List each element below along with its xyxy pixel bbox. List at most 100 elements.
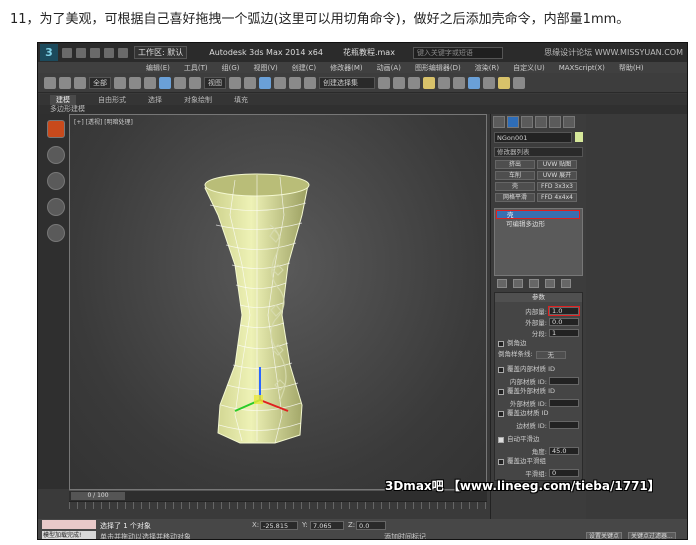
box-icon[interactable] bbox=[47, 120, 65, 138]
extrude-button[interactable]: 挤出 bbox=[495, 160, 535, 169]
create-tab-icon[interactable] bbox=[493, 116, 505, 128]
maxscript-listener-bottom[interactable]: 模型加载完成! bbox=[42, 531, 96, 539]
select-link-icon[interactable] bbox=[44, 76, 56, 89]
menu-group[interactable]: 组(G) bbox=[222, 63, 240, 73]
select-by-name-icon[interactable] bbox=[129, 76, 141, 89]
angle-spinner[interactable]: 45.0 bbox=[549, 446, 579, 455]
uvw-map-button[interactable]: UVW 贴图 bbox=[537, 160, 577, 169]
lathe-button[interactable]: 车削 bbox=[495, 171, 535, 180]
make-unique-icon[interactable] bbox=[529, 279, 539, 288]
menu-modifiers[interactable]: 修改器(M) bbox=[330, 63, 363, 73]
align-icon[interactable] bbox=[393, 76, 405, 89]
undo-icon[interactable] bbox=[104, 47, 114, 58]
search-input[interactable]: 键入关键字或短语 bbox=[412, 46, 503, 59]
pin-stack-icon[interactable] bbox=[497, 279, 507, 288]
menu-rendering[interactable]: 渲染(R) bbox=[475, 63, 499, 73]
menu-create[interactable]: 创建(C) bbox=[292, 63, 316, 73]
render-frame-icon[interactable] bbox=[498, 76, 510, 89]
bind-space-warp-icon[interactable] bbox=[74, 76, 86, 89]
track-bar[interactable] bbox=[69, 501, 487, 509]
motion-tab-icon[interactable] bbox=[535, 116, 547, 128]
curve-editor-icon[interactable] bbox=[438, 76, 450, 89]
pivot-center-icon[interactable] bbox=[229, 76, 241, 89]
menu-edit[interactable]: 编辑(E) bbox=[146, 63, 170, 73]
inner-amount-spinner[interactable]: 1.0 bbox=[548, 305, 580, 316]
mirror-icon[interactable] bbox=[378, 76, 390, 89]
remove-modifier-icon[interactable] bbox=[545, 279, 555, 288]
y-coordinate-field[interactable]: 7.065 bbox=[310, 521, 344, 530]
ffd-3x3x3-button[interactable]: FFD 3x3x3 bbox=[537, 182, 577, 191]
tab-modeling[interactable]: 建模 bbox=[50, 94, 76, 105]
select-rotate-icon[interactable] bbox=[174, 76, 186, 89]
cloud-icon[interactable] bbox=[47, 172, 65, 190]
uvw-unwrap-button[interactable]: UVW 展开 bbox=[537, 171, 577, 180]
modify-tab-icon[interactable] bbox=[507, 116, 519, 128]
maxscript-listener-top[interactable] bbox=[42, 520, 96, 529]
vase-model[interactable] bbox=[70, 115, 488, 491]
bevel-spline-button[interactable]: 无 bbox=[535, 350, 566, 359]
rectangular-selection-icon[interactable] bbox=[144, 76, 156, 89]
unlink-icon[interactable] bbox=[59, 76, 71, 89]
render-production-icon[interactable] bbox=[513, 76, 525, 89]
manipulate-icon[interactable] bbox=[244, 76, 256, 89]
override-smooth-checkbox[interactable] bbox=[498, 458, 504, 465]
render-setup-icon[interactable] bbox=[483, 76, 495, 89]
menu-animation[interactable]: 动画(A) bbox=[377, 63, 401, 73]
named-selection-set[interactable]: 创建选择集 bbox=[319, 76, 375, 89]
object-name-field[interactable]: NGon001 bbox=[494, 132, 572, 143]
schematic-view-icon[interactable] bbox=[453, 76, 465, 89]
show-end-result-icon[interactable] bbox=[513, 279, 523, 288]
menu-tools[interactable]: 工具(T) bbox=[184, 63, 208, 73]
override-inner-mat-checkbox[interactable] bbox=[498, 366, 504, 373]
smooth-group-spinner[interactable]: 0 bbox=[549, 468, 579, 477]
spinner-snap-icon[interactable] bbox=[304, 76, 316, 89]
graphite-toggle-icon[interactable] bbox=[423, 76, 435, 89]
rollout-header[interactable]: 参数 bbox=[495, 293, 582, 302]
configure-sets-icon[interactable] bbox=[561, 279, 571, 288]
set-key-button[interactable]: 设置关键点 bbox=[586, 532, 623, 539]
perspective-viewport[interactable]: [+] [透视] [明暗处理] bbox=[69, 114, 487, 490]
gear-icon[interactable] bbox=[47, 224, 65, 242]
add-time-tag[interactable]: 添加时间标记 bbox=[384, 532, 426, 539]
angle-snap-icon[interactable] bbox=[274, 76, 286, 89]
tab-populate[interactable]: 填充 bbox=[234, 95, 248, 105]
select-object-icon[interactable] bbox=[114, 76, 126, 89]
outer-amount-spinner[interactable]: 0.0 bbox=[549, 317, 579, 326]
tab-freeform[interactable]: 自由形式 bbox=[98, 95, 126, 105]
utilities-tab-icon[interactable] bbox=[563, 116, 575, 128]
z-coordinate-field[interactable]: 0.0 bbox=[356, 521, 386, 530]
select-scale-icon[interactable] bbox=[189, 76, 201, 89]
menu-graph-editors[interactable]: 图形编辑器(D) bbox=[415, 63, 461, 73]
stack-item-shell[interactable]: 壳 bbox=[496, 210, 580, 219]
menu-customize[interactable]: 自定义(U) bbox=[513, 63, 545, 73]
display-tab-icon[interactable] bbox=[549, 116, 561, 128]
save-file-icon[interactable] bbox=[90, 47, 100, 58]
snap-toggle-icon[interactable] bbox=[259, 76, 271, 89]
new-file-icon[interactable] bbox=[62, 47, 72, 58]
menu-maxscript[interactable]: MAXScript(X) bbox=[559, 64, 605, 72]
edge-mat-id-spinner[interactable] bbox=[549, 420, 579, 429]
override-edge-mat-checkbox[interactable] bbox=[498, 410, 504, 417]
meshsmooth-button[interactable]: 网格平滑 bbox=[495, 193, 535, 202]
segments-spinner[interactable]: 1 bbox=[549, 328, 579, 337]
layer-manager-icon[interactable] bbox=[408, 76, 420, 89]
select-move-icon[interactable] bbox=[159, 76, 171, 89]
tab-selection[interactable]: 选择 bbox=[148, 95, 162, 105]
tab-object-paint[interactable]: 对象绘制 bbox=[184, 95, 212, 105]
auto-smooth-checkbox[interactable] bbox=[498, 436, 504, 443]
stack-item-editable-poly[interactable]: 可编辑多边形 bbox=[496, 220, 580, 229]
inner-mat-id-spinner[interactable] bbox=[549, 376, 579, 385]
object-color-swatch[interactable] bbox=[575, 132, 583, 142]
selection-filter-select[interactable]: 全部 bbox=[89, 76, 111, 89]
reference-coordinate-select[interactable]: 视图 bbox=[204, 76, 226, 89]
time-slider[interactable]: 0 / 100 bbox=[71, 492, 125, 500]
menu-views[interactable]: 视图(V) bbox=[254, 63, 278, 73]
override-outer-mat-checkbox[interactable] bbox=[498, 388, 504, 395]
key-filters-button[interactable]: 关键点过滤器... bbox=[628, 532, 676, 539]
bevel-edges-checkbox[interactable] bbox=[498, 340, 504, 347]
open-file-icon[interactable] bbox=[76, 47, 86, 58]
hierarchy-tab-icon[interactable] bbox=[521, 116, 533, 128]
percent-snap-icon[interactable] bbox=[289, 76, 301, 89]
outer-mat-id-spinner[interactable] bbox=[549, 398, 579, 407]
workspace-select[interactable]: 工作区: 默认 bbox=[134, 46, 188, 59]
